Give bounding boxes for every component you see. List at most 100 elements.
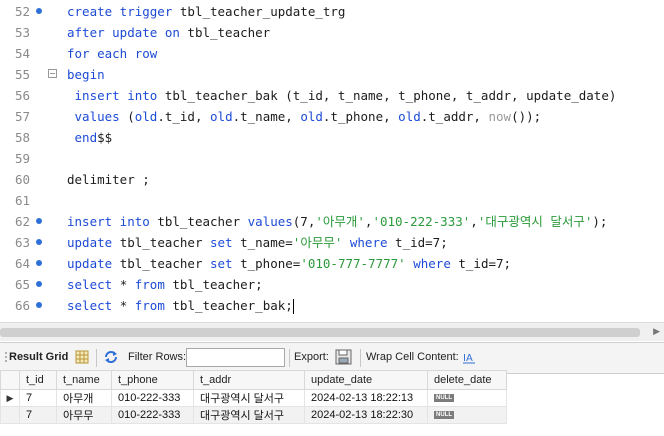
table-cell[interactable]: 대구광역시 달서구	[193, 406, 305, 424]
code-token: '010-222-333'	[372, 214, 471, 229]
export-icon[interactable]	[335, 349, 352, 365]
code-line[interactable]: 53 after update on tbl_teacher	[0, 22, 664, 43]
scrollbar-thumb[interactable]	[0, 328, 640, 337]
code-token: $$	[97, 130, 113, 145]
code-token: );	[592, 214, 608, 229]
code-token: tbl_teacher	[157, 214, 248, 229]
code-token: insert into	[67, 88, 165, 103]
table-cell[interactable]: 7	[19, 406, 57, 424]
table-cell[interactable]: 대구광역시 달서구	[193, 389, 305, 407]
column-header-delete-date[interactable]: delete_date	[427, 370, 507, 390]
code-token: tbl_teacher;	[172, 277, 263, 292]
fold-toggle-icon[interactable]: −	[48, 69, 57, 78]
filter-rows-input[interactable]	[186, 348, 285, 367]
table-cell[interactable]: 7	[19, 389, 57, 407]
code-line[interactable]: 56 insert into tbl_teacher_bak (t_id, t_…	[0, 85, 664, 106]
code-token: where	[405, 256, 459, 271]
code-line[interactable]: 59	[0, 148, 664, 169]
result-grid-tab[interactable]: Result Grid	[9, 351, 68, 363]
column-header-t-name[interactable]: t_name	[56, 370, 112, 390]
code-token: tbl_teacher_update_trg	[179, 4, 346, 19]
code-line[interactable]: 65 select * from tbl_teacher;	[0, 274, 664, 295]
line-number: 65	[14, 277, 30, 292]
line-number: 60	[14, 172, 30, 187]
code-line[interactable]: 63 update tbl_teacher set t_name='아무무' wh…	[0, 232, 664, 253]
sql-editor[interactable]: 52 create trigger tbl_teacher_update_trg 5…	[0, 0, 664, 316]
code-text: values (old.t_id, old.t_name, old.t_phon…	[67, 106, 542, 127]
code-line[interactable]: 58 end$$	[0, 127, 664, 148]
code-text: after update on tbl_teacher	[67, 22, 270, 43]
line-number: 55	[14, 67, 30, 82]
code-line[interactable]: 54 for each row	[0, 43, 664, 64]
code-token: ());	[511, 109, 542, 124]
code-token: from	[134, 277, 173, 292]
code-line[interactable]: 60 delimiter ;	[0, 169, 664, 190]
code-token: t_name=	[240, 235, 293, 250]
code-line[interactable]: 62 insert into tbl_teacher values(7,'아무개'…	[0, 211, 664, 232]
statement-marker-icon[interactable]	[36, 239, 42, 245]
code-text: create trigger tbl_teacher_update_trg	[67, 1, 345, 22]
code-token: t_id=7;	[458, 256, 512, 271]
code-token: old	[398, 109, 421, 124]
code-line[interactable]: 64 update tbl_teacher set t_phone='010-77…	[0, 253, 664, 274]
export-label: Export:	[294, 351, 329, 363]
row-header[interactable]	[0, 406, 20, 424]
table-cell[interactable]: 010-222-333	[111, 406, 194, 424]
code-token: insert into	[67, 214, 158, 229]
column-header-t-id[interactable]: t_id	[19, 370, 57, 390]
line-number: 59	[14, 151, 30, 166]
code-token: tbl_teacher_bak (t_id, t_name, t_phone, …	[164, 88, 617, 103]
line-number: 54	[14, 46, 30, 61]
wrap-text-icon[interactable]: IA	[462, 350, 476, 364]
code-token: now	[488, 109, 512, 124]
table-row[interactable]: ▶ 7 아무개 010-222-333 대구광역시 달서구 2024-02-13 18:2…	[0, 389, 507, 407]
grid-view-icon[interactable]	[75, 350, 89, 364]
row-header-corner	[0, 370, 20, 390]
line-number: 66	[14, 298, 30, 313]
code-token: ,	[470, 214, 478, 229]
code-token: .t_id,	[157, 109, 211, 124]
code-token: delimiter ;	[67, 172, 150, 187]
table-cell[interactable]: NULL	[427, 406, 507, 424]
statement-marker-icon[interactable]	[36, 218, 42, 224]
statement-marker-icon[interactable]	[36, 8, 42, 14]
code-text: update tbl_teacher set t_name='아무무' wher…	[67, 232, 448, 253]
table-cell[interactable]: 2024-02-13 18:22:30	[304, 406, 428, 424]
code-token: *	[119, 298, 135, 313]
statement-marker-icon[interactable]	[36, 260, 42, 266]
horizontal-scrollbar[interactable]: ▶	[0, 322, 664, 341]
code-token: for each row	[67, 46, 158, 61]
column-header-t-phone[interactable]: t_phone	[111, 370, 194, 390]
table-cell[interactable]: NULL	[427, 389, 507, 407]
code-line[interactable]: 57 values (old.t_id, old.t_name, old.t_p…	[0, 106, 664, 127]
code-token: old	[134, 109, 158, 124]
refresh-icon[interactable]	[104, 350, 118, 364]
code-line[interactable]: 66 select * from tbl_teacher_bak;	[0, 295, 664, 316]
statement-marker-icon[interactable]	[36, 302, 42, 308]
code-token: set	[210, 235, 241, 250]
table-cell[interactable]: 아무개	[56, 389, 112, 407]
table-cell[interactable]: 아무무	[56, 406, 112, 424]
table-cell[interactable]: 2024-02-13 18:22:13	[304, 389, 428, 407]
scroll-right-arrow-icon[interactable]: ▶	[653, 327, 660, 337]
current-row-indicator-icon[interactable]: ▶	[0, 389, 20, 407]
code-token: *	[119, 277, 135, 292]
code-token: old	[210, 109, 233, 124]
column-header-t-addr[interactable]: t_addr	[193, 370, 305, 390]
statement-marker-icon[interactable]	[36, 281, 42, 287]
svg-text:IA: IA	[463, 353, 473, 364]
code-token: after update on	[67, 25, 188, 40]
line-number: 56	[14, 88, 30, 103]
line-number: 57	[14, 109, 30, 124]
code-line[interactable]: 52 create trigger tbl_teacher_update_trg	[0, 1, 664, 22]
code-text: begin	[67, 64, 105, 85]
table-cell[interactable]: 010-222-333	[111, 389, 194, 407]
code-line[interactable]: 61	[0, 190, 664, 211]
column-header-update-date[interactable]: update_date	[304, 370, 428, 390]
code-token: tbl_teacher	[119, 235, 210, 250]
code-line[interactable]: 55 − begin	[0, 64, 664, 85]
null-badge: NULL	[434, 411, 454, 420]
code-text: end$$	[67, 127, 113, 148]
code-text: delimiter ;	[67, 169, 150, 190]
table-row[interactable]: 7 아무무 010-222-333 대구광역시 달서구 2024-02-13 18:22…	[0, 406, 507, 424]
